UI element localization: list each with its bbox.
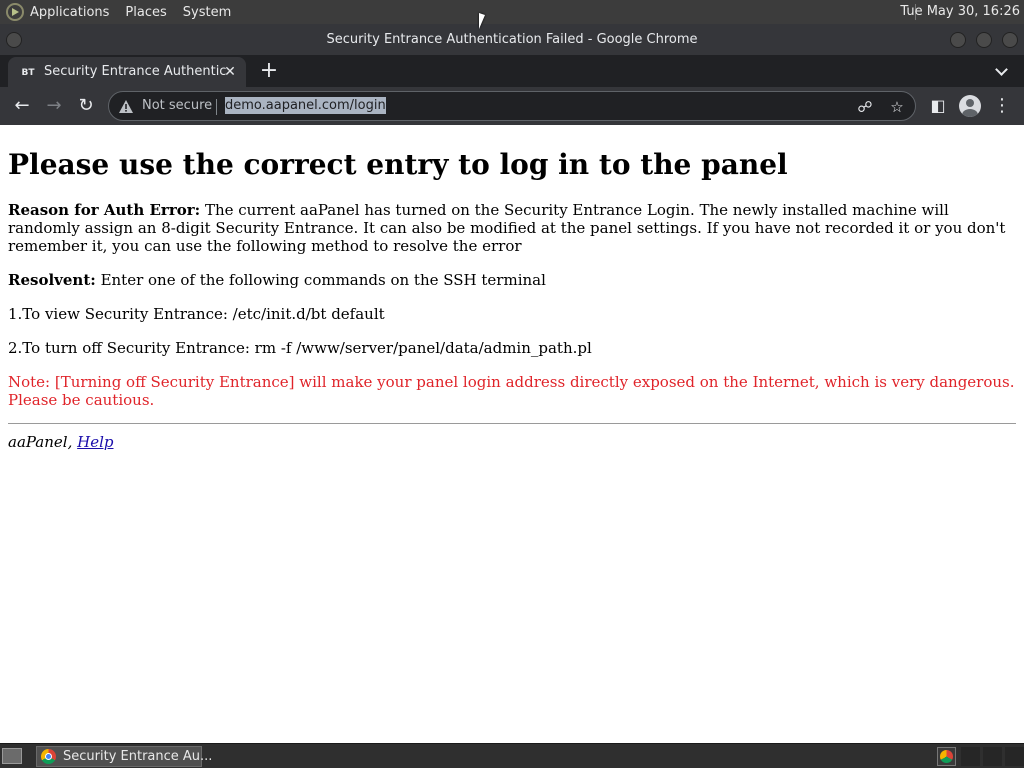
reason-label: Reason for Auth Error: [8,201,201,219]
minimize-icon[interactable] [950,32,966,48]
taskbar-window-label: Security Entrance Au... [63,749,213,764]
side-panel-icon[interactable]: ◧ [926,94,950,118]
tab-close-icon[interactable]: ✕ [222,64,238,80]
divider [8,423,1016,424]
mouse-cursor-icon [479,13,485,29]
resolvent-text: Enter one of the following commands on t… [95,271,546,289]
system-top-panel: Applications Places System Tue May 30, 1… [0,0,1024,24]
reload-button[interactable]: ↻ [74,94,98,118]
resolvent-paragraph: Resolvent: Enter one of the following co… [8,271,1016,289]
footer-brand: aaPanel, [8,433,73,451]
help-link[interactable]: Help [77,433,113,451]
tray-workspace-3[interactable] [1005,747,1024,766]
more-menu-icon[interactable]: ⋮ [990,94,1014,118]
forward-button[interactable]: → [42,94,66,118]
tray-workspace-2[interactable] [983,747,1002,766]
page-heading: Please use the correct entry to log in t… [8,148,788,181]
window-titlebar[interactable]: Security Entrance Authentication Failed … [0,24,1024,55]
taskbar-window-chrome[interactable]: Security Entrance Au... [36,746,212,767]
bookmark-star-icon[interactable]: ☆ [887,97,907,117]
omnibox-divider [216,99,217,115]
back-button[interactable]: ← [10,94,34,118]
reason-paragraph: Reason for Auth Error: The current aaPan… [8,201,1016,255]
browser-toolbar: ← → ↻ Not secure demo.aapanel.com/login … [0,87,1024,125]
tray-workspace-1[interactable] [961,747,980,766]
tray-chrome-icon[interactable] [937,747,956,766]
address-bar[interactable]: Not secure demo.aapanel.com/login ☍ ☆ [108,91,916,121]
profile-avatar-icon[interactable] [959,95,981,117]
clock[interactable]: Tue May 30, 16:26 [900,4,1020,19]
window-menu-icon[interactable] [6,32,22,48]
system-menu[interactable]: System [183,5,231,20]
warning-note: Note: [Turning off Security Entrance] wi… [8,373,1015,409]
places-menu[interactable]: Places [125,5,166,20]
favicon-icon: BT [21,68,35,78]
taskbar: Security Entrance Au... [0,743,1024,768]
footer: aaPanel, Help [8,433,1016,451]
warning-icon[interactable] [119,100,133,113]
tab-title: Security Entrance Authentication Failed [44,64,226,79]
step-1: 1.To view Security Entrance: /etc/init.d… [8,305,385,323]
close-window-icon[interactable] [1002,32,1018,48]
share-icon[interactable]: ☍ [855,97,875,117]
tab-security-entrance[interactable]: BT Security Entrance Authentication Fail… [8,57,246,87]
page-content: Please use the correct entry to log in t… [0,125,1024,743]
desktop-logo-icon[interactable] [6,3,24,21]
tab-strip: BT Security Entrance Authentication Fail… [0,55,1024,87]
applications-menu[interactable]: Applications [30,5,109,20]
window-title: Security Entrance Authentication Failed … [326,32,698,47]
new-tab-button[interactable]: + [258,60,280,82]
url-text[interactable]: demo.aapanel.com/login [225,97,386,114]
chrome-icon [41,749,56,764]
maximize-icon[interactable] [976,32,992,48]
resolvent-label: Resolvent: [8,271,96,289]
step-2: 2.To turn off Security Entrance: rm -f /… [8,339,592,357]
show-desktop-icon[interactable] [2,748,22,764]
tab-search-chevron-icon[interactable] [994,63,1010,79]
security-status[interactable]: Not secure [142,98,212,113]
